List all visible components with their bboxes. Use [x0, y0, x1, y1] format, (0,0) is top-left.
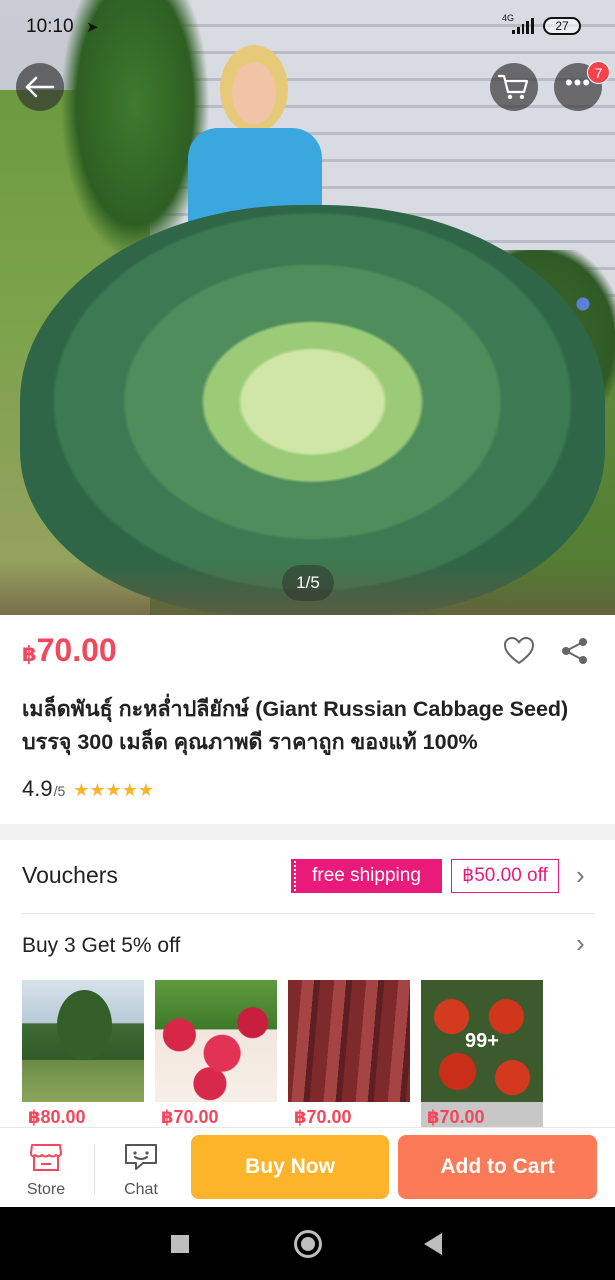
- hero-child-head: [220, 45, 288, 133]
- vouchers-row[interactable]: Vouchers free shipping ฿50.00 off ›: [0, 840, 615, 914]
- back-arrow-icon: [25, 76, 55, 98]
- product-card-price: ฿70.00: [427, 1107, 485, 1127]
- product-thumbnail: [155, 980, 277, 1102]
- share-icon: [562, 638, 587, 664]
- product-thumbnail: 99+: [421, 980, 543, 1102]
- more-icon: •••: [564, 70, 592, 95]
- rating-stars: ★★★★★: [73, 780, 154, 800]
- heart-icon: [504, 637, 534, 664]
- chat-icon: [125, 1144, 157, 1170]
- cart-icon: [498, 74, 529, 100]
- promotion-product-card[interactable]: ฿70.00: [288, 980, 410, 1130]
- promotion-title[interactable]: Buy 3 Get 5% off: [22, 934, 180, 958]
- store-icon: [30, 1144, 62, 1171]
- rating-score: 4.9: [22, 776, 53, 801]
- store-button[interactable]: Store: [22, 1142, 70, 1199]
- status-time: 10:10: [26, 16, 74, 37]
- wishlist-button[interactable]: [503, 636, 535, 671]
- bottom-action-bar: Store Chat Buy Now Add to Cart: [0, 1127, 615, 1207]
- buy-now-button[interactable]: Buy Now: [191, 1135, 389, 1199]
- product-thumbnail: [22, 980, 144, 1102]
- voucher-discount[interactable]: ฿50.00 off: [451, 859, 559, 893]
- system-navigation-bar: [0, 1207, 615, 1280]
- recents-icon[interactable]: [171, 1235, 189, 1253]
- rating-denominator: /5: [53, 783, 66, 799]
- divider: [22, 913, 594, 914]
- chevron-right-icon: ›: [576, 860, 585, 890]
- promotion-product-card[interactable]: ฿70.00: [155, 980, 277, 1130]
- chat-label: Chat: [124, 1181, 158, 1198]
- promotion-product-card[interactable]: ฿80.00: [22, 980, 144, 1130]
- vouchers-title: Vouchers: [22, 862, 118, 888]
- product-thumbnail: [288, 980, 410, 1102]
- product-card-price: ฿80.00: [28, 1107, 86, 1127]
- home-icon[interactable]: [294, 1230, 322, 1258]
- section-gap: [0, 824, 615, 840]
- product-price: ฿70.00: [22, 632, 117, 669]
- product-card-price: ฿70.00: [294, 1107, 352, 1127]
- cart-badge: 7: [587, 61, 610, 84]
- product-card-price: ฿70.00: [161, 1107, 219, 1127]
- chat-button[interactable]: Chat: [117, 1142, 165, 1199]
- promotion-products: ฿80.00 ฿70.00 ฿70.00 99+ ฿70.00: [22, 980, 615, 1130]
- more-products-overlay: 99+: [465, 1030, 499, 1052]
- navigation-indicator-icon: ➤: [86, 19, 99, 36]
- signal-icon: [512, 18, 534, 34]
- gallery-pager: 1/5: [282, 565, 334, 601]
- price-currency: ฿: [22, 643, 37, 666]
- cart-button[interactable]: [490, 63, 538, 111]
- share-button[interactable]: [560, 636, 590, 671]
- battery-icon: 27: [543, 17, 581, 35]
- product-rating[interactable]: 4.9 /5 ★★★★★: [22, 776, 154, 802]
- system-back-icon[interactable]: [424, 1233, 442, 1255]
- voucher-free-shipping[interactable]: free shipping: [291, 859, 442, 893]
- price-amount: 70.00: [36, 632, 117, 668]
- status-bar: 10:10 ➤ 4G 27: [0, 0, 615, 52]
- back-button[interactable]: [16, 63, 64, 111]
- chevron-right-icon[interactable]: ›: [576, 928, 585, 959]
- add-to-cart-button[interactable]: Add to Cart: [398, 1135, 597, 1199]
- promotion-product-card[interactable]: 99+ ฿70.00: [421, 980, 543, 1130]
- divider: [94, 1144, 95, 1194]
- hero-cabbage: [20, 205, 605, 615]
- store-label: Store: [26, 1181, 66, 1198]
- product-title: เมล็ดพันธุ์ กะหล่ำปลียักษ์ (Giant Russia…: [22, 697, 569, 754]
